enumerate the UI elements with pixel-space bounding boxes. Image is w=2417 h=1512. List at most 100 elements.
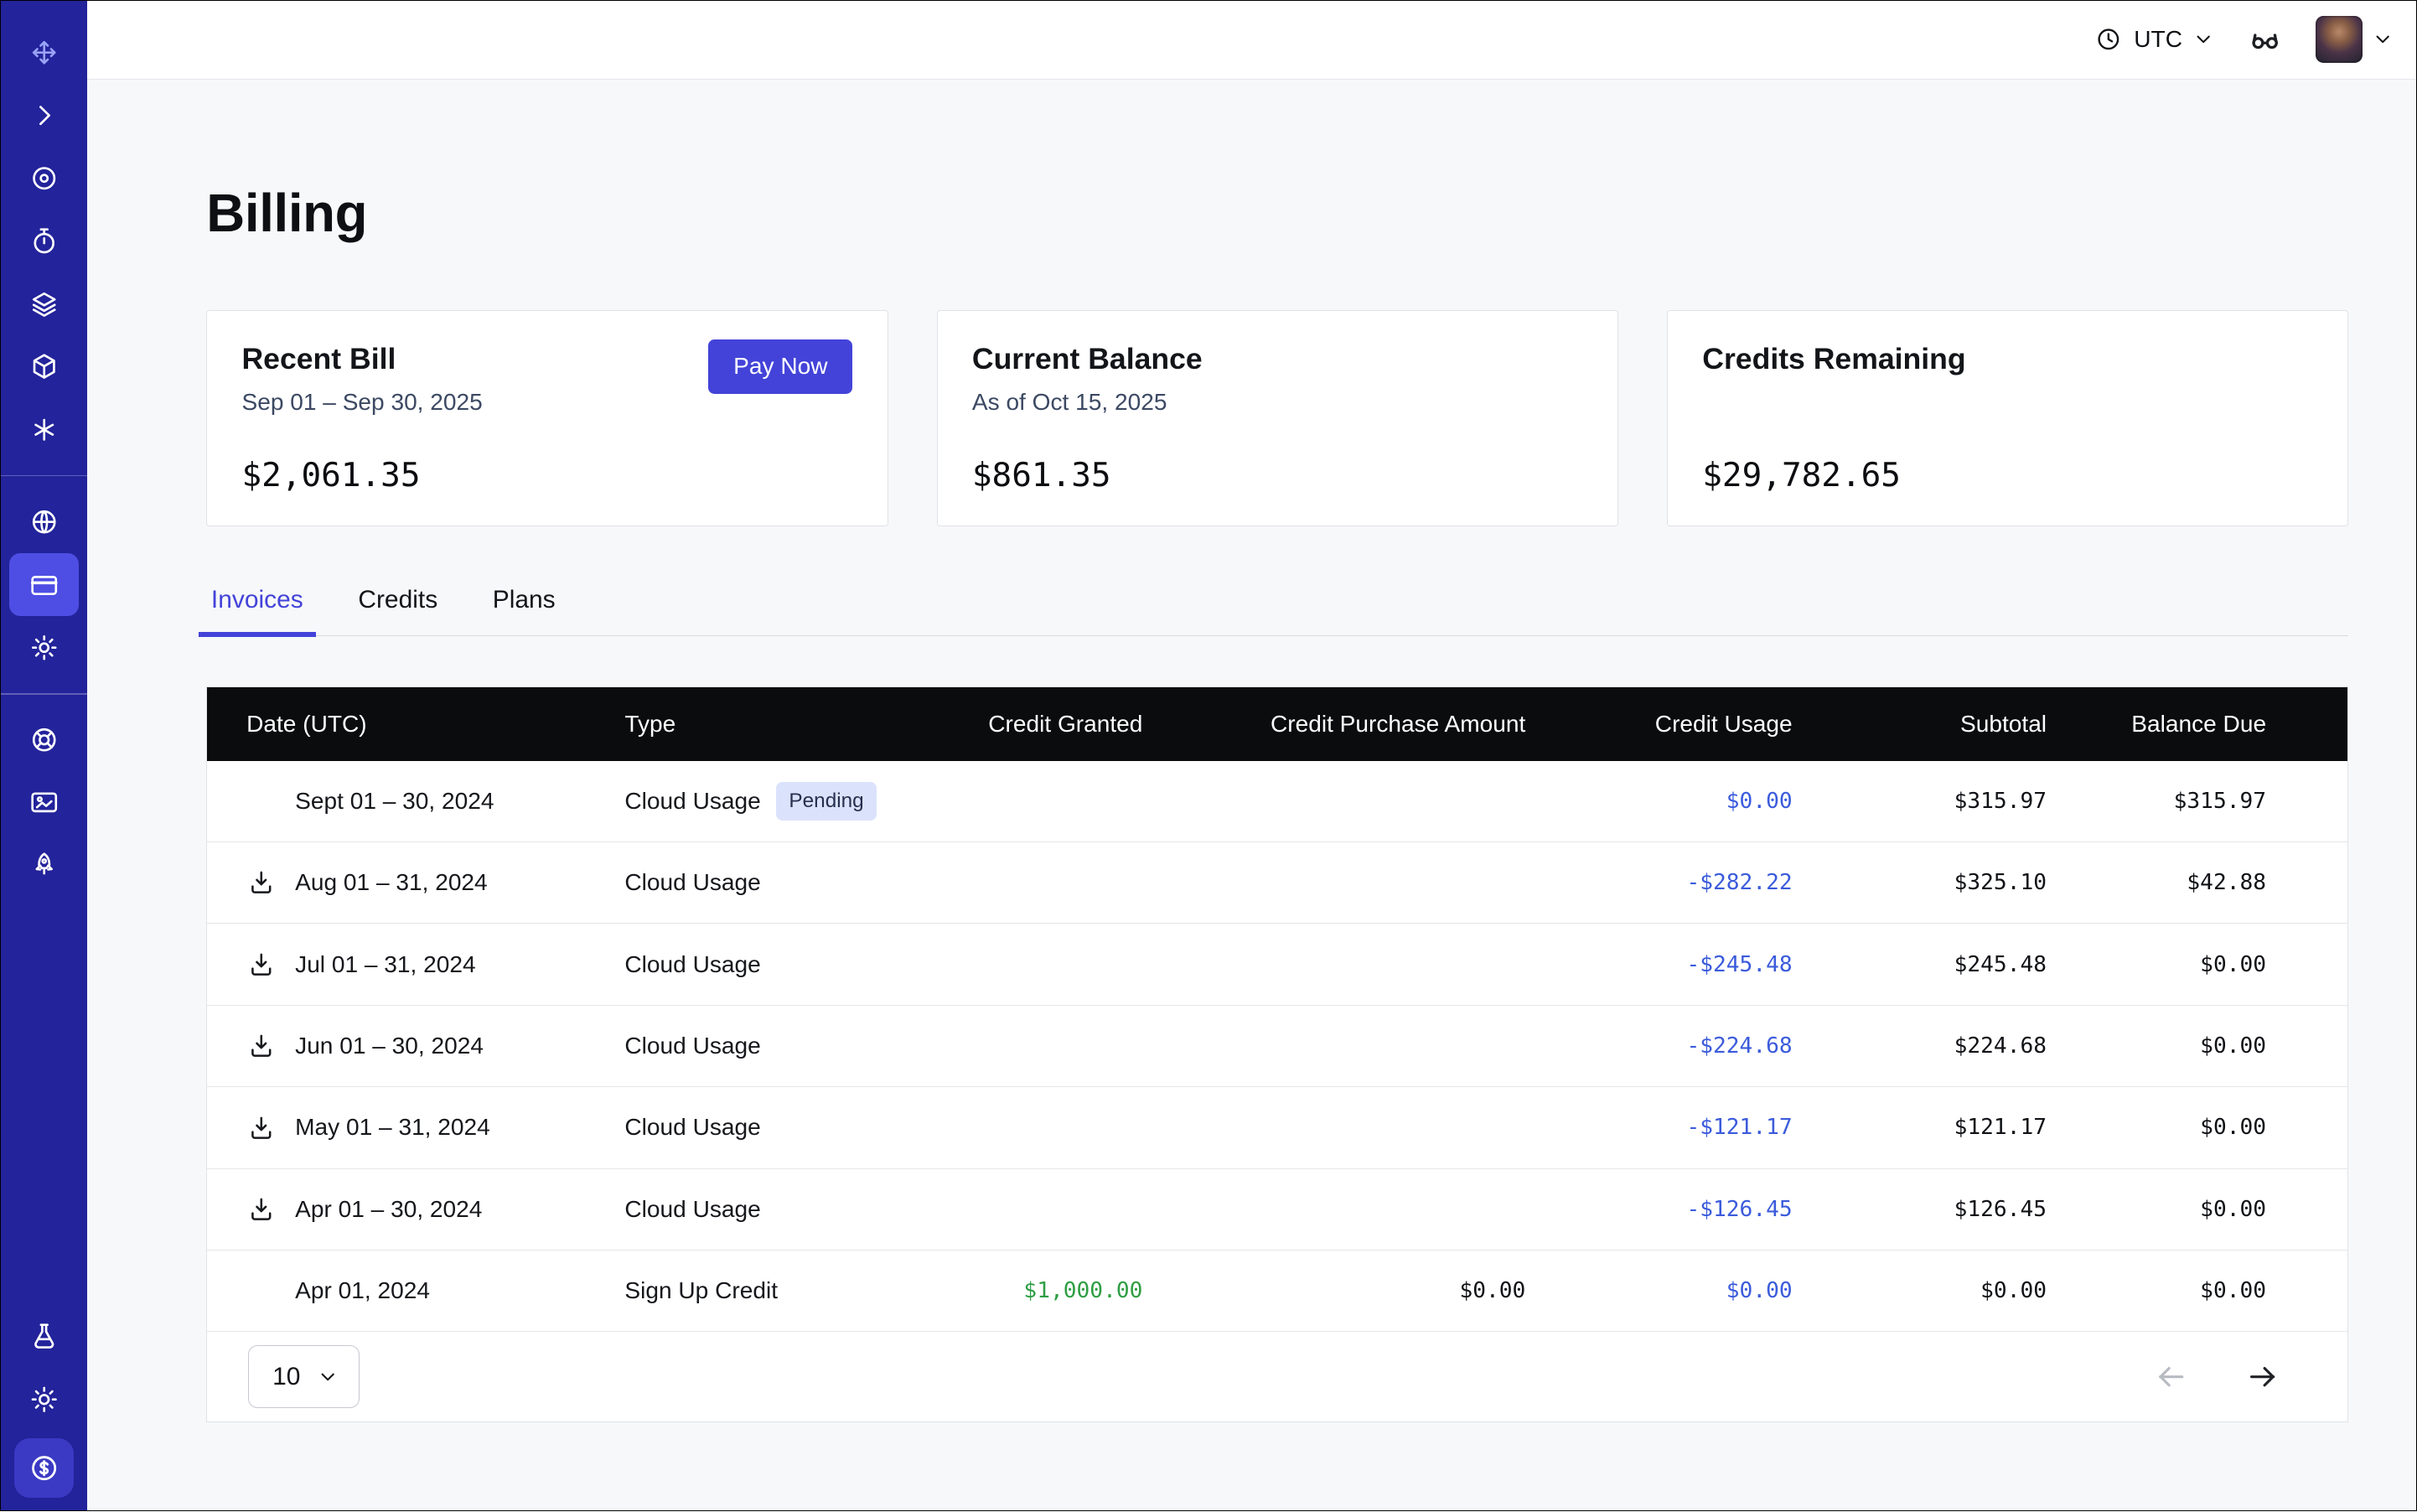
tab-plans[interactable]: Plans [488, 577, 560, 635]
row-credit-usage: -$126.45 [1554, 1197, 1820, 1222]
cube-icon [28, 351, 60, 382]
row-subtotal: $325.10 [1820, 870, 2072, 895]
tab-invoices[interactable]: Invoices [206, 577, 308, 635]
download-invoice-icon[interactable] [246, 950, 277, 980]
clock-icon [2094, 25, 2123, 54]
row-credit-usage: -$224.68 [1554, 1033, 1820, 1059]
table-row: Apr 01, 2024 Sign Up Credit $1,000.00 $0… [207, 1251, 2347, 1332]
row-type: Cloud Usage [624, 788, 760, 815]
table-row: Apr 01 – 30, 2024 Cloud Usage -$126.45 $… [207, 1169, 2347, 1251]
sidebar-item-labs[interactable] [9, 1305, 78, 1368]
gear-icon [28, 632, 60, 663]
card-title: Credits Remaining [1702, 342, 2313, 376]
pay-now-button[interactable]: Pay Now [708, 339, 852, 395]
sidebar-item-droplets[interactable] [9, 147, 78, 210]
row-date: Apr 01 – 30, 2024 [295, 1196, 482, 1223]
layers-icon [28, 288, 60, 319]
account-menu[interactable] [2316, 16, 2393, 63]
app-root: UTC Billing Recent Bill Sep 01 – Sep 30,… [0, 0, 2417, 1511]
timezone-dropdown[interactable]: UTC [2094, 25, 2213, 54]
table-row: May 01 – 31, 2024 Cloud Usage -$121.17 $… [207, 1087, 2347, 1168]
glasses-icon [2249, 23, 2281, 56]
column-header-credit-purchase-amount: Credit Purchase Amount [1169, 711, 1554, 738]
rocket-icon [28, 850, 60, 881]
sidebar-item-billing[interactable] [9, 553, 78, 616]
page-title: Billing [206, 183, 2348, 244]
sidebar-item-logo[interactable] [9, 21, 78, 84]
table-footer: 10 [207, 1332, 2347, 1421]
table-row: Aug 01 – 31, 2024 Cloud Usage -$282.22 $… [207, 842, 2347, 924]
row-credit-usage: -$245.48 [1554, 952, 1820, 977]
row-subtotal: $224.68 [1820, 1033, 2072, 1059]
prev-page-button[interactable] [2155, 1360, 2187, 1393]
chevron-down-icon [2193, 29, 2213, 49]
table-row: Sept 01 – 30, 2024 Cloud Usage Pending $… [207, 761, 2347, 842]
tabs: Invoices Credits Plans [206, 577, 2348, 636]
table-row: Jul 01 – 31, 2024 Cloud Usage -$245.48 $… [207, 924, 2347, 1005]
sidebar-item-expand-sidebar[interactable] [9, 84, 78, 147]
flask-icon [28, 1321, 60, 1352]
tab-credits[interactable]: Credits [354, 577, 443, 635]
view-mode-button[interactable] [2249, 23, 2281, 56]
row-type: Cloud Usage [624, 951, 760, 978]
column-header-date: Date (UTC) [207, 711, 581, 738]
globe-icon [28, 506, 60, 537]
sidebar-item-support[interactable] [9, 709, 78, 772]
chevron-down-icon [2373, 29, 2393, 49]
dollar-icon [28, 1452, 60, 1484]
card-subtitle: As of Oct 15, 2025 [972, 389, 1583, 417]
timezone-label: UTC [2134, 26, 2182, 53]
row-type: Cloud Usage [624, 869, 760, 896]
sidebar-item-activity[interactable] [9, 210, 78, 272]
row-type: Sign Up Credit [624, 1277, 778, 1304]
download-invoice-icon[interactable] [246, 1031, 277, 1061]
sidebar-item-network[interactable] [9, 490, 78, 553]
page-size-value: 10 [272, 1363, 300, 1391]
row-balance-due: $0.00 [2072, 952, 2347, 977]
logo-icon [28, 37, 60, 68]
invoices-table: Date (UTC) Type Credit Granted Credit Pu… [206, 686, 2348, 1422]
column-header-credit-granted: Credit Granted [926, 711, 1169, 738]
row-date: Aug 01 – 31, 2024 [295, 869, 488, 896]
download-invoice-icon[interactable] [246, 1194, 277, 1225]
download-invoice-icon[interactable] [246, 867, 277, 898]
lifebuoy-icon [28, 724, 60, 755]
screen-icon [28, 787, 60, 818]
card-amount: $29,782.65 [1702, 457, 2313, 495]
droplet-icon [28, 163, 60, 194]
sidebar-item-credits[interactable] [14, 1438, 74, 1498]
row-type: Cloud Usage [624, 1196, 760, 1223]
sidebar-item-console[interactable] [9, 771, 78, 834]
column-header-balance-due: Balance Due [2072, 711, 2347, 738]
page-size-select[interactable]: 10 [248, 1345, 360, 1408]
row-subtotal: $126.45 [1820, 1197, 2072, 1222]
sidebar-bottom-nav [9, 1305, 78, 1498]
row-date: Apr 01, 2024 [295, 1277, 430, 1304]
sidebar-item-services[interactable] [9, 398, 78, 461]
row-balance-due: $42.88 [2072, 870, 2347, 895]
chevron-right-icon [28, 100, 60, 131]
sidebar-item-stacks[interactable] [9, 272, 78, 335]
pagination [2155, 1360, 2279, 1393]
row-date: Jun 01 – 30, 2024 [295, 1033, 484, 1059]
sidebar-item-theme[interactable] [9, 1368, 78, 1431]
sidebar-item-settings[interactable] [9, 616, 78, 679]
download-invoice-icon[interactable] [246, 1113, 277, 1143]
credit-card-icon [28, 569, 60, 600]
sidebar-item-launch[interactable] [9, 834, 78, 897]
sidebar [1, 1, 87, 1510]
row-date: Sept 01 – 30, 2024 [295, 788, 494, 815]
content: Billing Recent Bill Sep 01 – Sep 30, 202… [87, 80, 2416, 1511]
row-subtotal: $0.00 [1820, 1278, 2072, 1303]
row-date: Jul 01 – 31, 2024 [295, 951, 475, 978]
invoice-table-body: Sept 01 – 30, 2024 Cloud Usage Pending $… [207, 761, 2347, 1333]
sidebar-nav [1, 21, 87, 897]
sidebar-item-packages[interactable] [9, 335, 78, 398]
summary-cards: Recent Bill Sep 01 – Sep 30, 2025 $2,061… [206, 310, 2348, 526]
column-header-credit-usage: Credit Usage [1554, 711, 1820, 738]
card-amount: $861.35 [972, 457, 1583, 495]
row-credit-usage: $0.00 [1554, 789, 1820, 814]
next-page-button[interactable] [2246, 1360, 2279, 1393]
card-subtitle [1702, 389, 2313, 417]
card-amount: $2,061.35 [241, 457, 852, 495]
